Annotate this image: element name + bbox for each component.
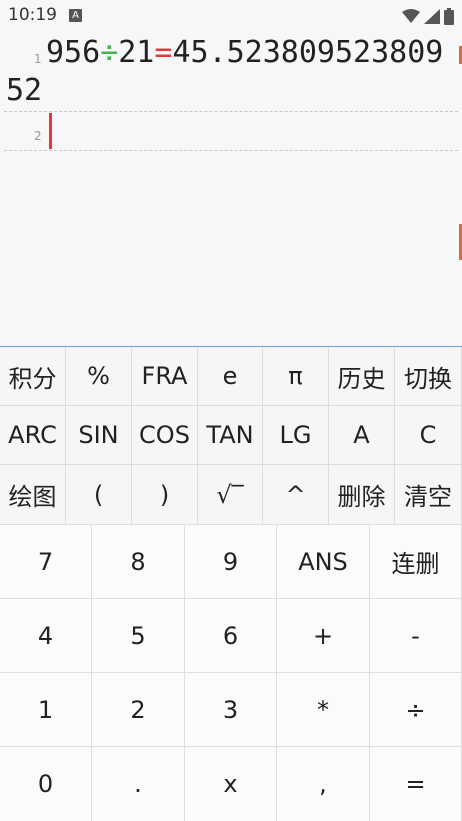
digit-5-key[interactable]: 5	[92, 598, 185, 672]
operand-1: 956	[46, 35, 101, 70]
c-key[interactable]: C	[395, 406, 462, 465]
plus-key[interactable]: +	[277, 598, 370, 672]
sqrt-key[interactable]: √‾	[198, 465, 263, 525]
a-key[interactable]: A	[329, 406, 395, 465]
cos-key[interactable]: COS	[132, 406, 198, 465]
switch-key[interactable]: 切换	[395, 347, 462, 406]
pi-key[interactable]: π	[263, 347, 329, 406]
equals-symbol: =	[154, 35, 173, 70]
close-paren-key[interactable]: )	[132, 465, 198, 525]
percent-key[interactable]: %	[66, 347, 132, 406]
line-number: 2	[34, 129, 42, 143]
plot-key[interactable]: 绘图	[0, 465, 66, 525]
digit-1-key[interactable]: 1	[0, 672, 92, 746]
variable-x-key[interactable]: x	[185, 746, 277, 821]
digit-2-key[interactable]: 2	[92, 672, 185, 746]
divide-key[interactable]: ÷	[370, 672, 462, 746]
digit-4-key[interactable]: 4	[0, 598, 92, 672]
digit-9-key[interactable]: 9	[185, 524, 277, 598]
wifi-icon	[402, 8, 420, 24]
operator-symbol: ÷	[100, 35, 119, 70]
e-key[interactable]: e	[198, 347, 263, 406]
expression-editor[interactable]: 1 956÷21=45.52380952380952 2	[0, 32, 462, 346]
sin-key[interactable]: SIN	[66, 406, 132, 465]
history-key[interactable]: 历史	[329, 347, 395, 406]
digit-7-key[interactable]: 7	[0, 524, 92, 598]
status-bar: 10:19 A	[0, 0, 462, 32]
digit-6-key[interactable]: 6	[185, 598, 277, 672]
comma-key[interactable]: ,	[277, 746, 370, 821]
battery-icon	[444, 7, 454, 25]
decimal-key[interactable]: .	[92, 746, 185, 821]
clear-key[interactable]: 清空	[395, 465, 462, 525]
fraction-key[interactable]: FRA	[132, 347, 198, 406]
delete-all-key[interactable]: 连删	[370, 524, 462, 598]
status-icons	[402, 7, 454, 25]
text-cursor	[49, 113, 52, 149]
tan-key[interactable]: TAN	[198, 406, 263, 465]
power-key[interactable]: ^	[263, 465, 329, 525]
arc-key[interactable]: ARC	[0, 406, 66, 465]
digit-0-key[interactable]: 0	[0, 746, 92, 821]
equals-key[interactable]: =	[370, 746, 462, 821]
digit-3-key[interactable]: 3	[185, 672, 277, 746]
minus-key[interactable]: -	[370, 598, 462, 672]
line-divider	[4, 150, 458, 151]
notification-badge-icon: A	[69, 9, 82, 22]
line-divider	[4, 111, 458, 112]
function-keypad: 积分% FRA e π 历史 切换 ARC SIN COS TAN LG A C 绘图() √‾ ^ 删除 清空	[0, 346, 462, 525]
integral-key[interactable]: 积分	[0, 347, 66, 406]
delete-key[interactable]: 删除	[329, 465, 395, 525]
signal-icon	[424, 8, 440, 24]
lg-key[interactable]: LG	[263, 406, 329, 465]
open-paren-key[interactable]: (	[66, 465, 132, 525]
number-keypad: 7 8 9 ANS 连删 4 5 6 + - 1 2 3 * ÷ 0. x, =	[0, 524, 462, 821]
expression-line-1[interactable]: 956÷21=45.52380952380952	[6, 34, 458, 110]
operand-2: 21	[118, 35, 155, 70]
ans-key[interactable]: ANS	[277, 524, 370, 598]
multiply-key[interactable]: *	[277, 672, 370, 746]
digit-8-key[interactable]: 8	[92, 524, 185, 598]
status-time: 10:19	[8, 5, 57, 25]
